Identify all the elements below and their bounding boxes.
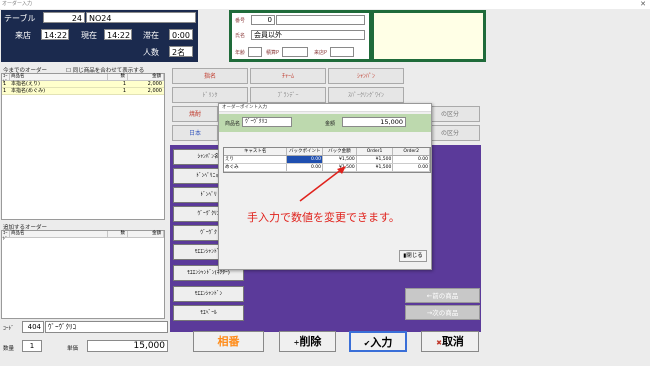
col-amount: 金額 xyxy=(128,74,164,80)
dialog-title: オーダーポイント入力 xyxy=(219,104,431,112)
dialog-item-label: 商品名 xyxy=(225,121,241,127)
row-no: 1 xyxy=(3,88,7,94)
row-qty: 1 xyxy=(122,81,126,87)
member-panel: 番号 0 氏名 会員以外 年齢 積算P 来店P xyxy=(229,10,372,62)
product-button[interactable]: ﾓｴﾍﾞｰﾙ xyxy=(173,305,244,321)
price-field[interactable]: 15,000 xyxy=(87,340,168,352)
col-order2: Order2 xyxy=(393,148,430,155)
qty-label: 数量 xyxy=(3,346,15,352)
col-qty: 数 xyxy=(108,74,128,80)
people-count-field[interactable]: 2名 xyxy=(169,46,193,57)
category-shochu[interactable]: 焼酎 xyxy=(172,106,218,122)
now-time-field[interactable]: 14:22 xyxy=(104,29,132,40)
table-label: テーブル xyxy=(4,14,36,23)
order1: ¥1,500 xyxy=(357,156,394,163)
category-shimei[interactable]: 指名 xyxy=(172,68,248,84)
visit-points-field[interactable] xyxy=(330,47,354,57)
app-body: テーブル 24 NO24 来店 14:22 現在 14:22 滞在 0:00 人… xyxy=(0,9,650,366)
cast-grid-header: キャスト名 バックポイント バック金額 Order1 Order2 xyxy=(224,148,430,156)
price-label: 単価 xyxy=(67,346,79,352)
enter-label: 入力 xyxy=(370,336,393,349)
points-field[interactable] xyxy=(282,47,308,57)
points-label: 積算P xyxy=(266,50,280,56)
add-orders-list[interactable]: ｺｰﾄﾞ 商品名 数 金額 xyxy=(1,230,165,319)
table-name-field[interactable]: NO24 xyxy=(86,12,196,23)
item-name-field[interactable]: ｳﾞｰｳﾞｸﾘｺ xyxy=(45,321,168,333)
row-no: 1 xyxy=(3,81,7,87)
category-sparkling[interactable]: ｽﾊﾟｰｸﾘﾝｸﾞﾜｲﾝ xyxy=(328,87,404,103)
age-label: 年齢 xyxy=(235,50,246,56)
dialog-close-label: 閉じる xyxy=(406,253,423,259)
code-label: ｺｰﾄﾞ xyxy=(3,326,15,332)
col-qty: 数 xyxy=(108,231,128,237)
memo-panel[interactable] xyxy=(371,10,486,62)
close-icon[interactable]: ✕ xyxy=(640,0,646,9)
category-charm[interactable]: ﾁｬｰﾑ xyxy=(250,68,326,84)
col-name: 商品名 xyxy=(10,74,108,80)
qty-field[interactable]: 1 xyxy=(22,340,42,352)
row-qty: 1 xyxy=(122,88,126,94)
table-row[interactable]: 1 本指名(えり) 1 2,000 xyxy=(2,81,164,88)
col-cast: キャスト名 xyxy=(224,148,288,155)
next-product-button[interactable]: →次の商品 xyxy=(405,305,480,320)
member-name-label: 氏名 xyxy=(235,33,246,39)
row-name: 本指名(めぐみ) xyxy=(11,88,46,94)
category-nihonshu[interactable]: 日本 xyxy=(172,125,218,141)
age-field[interactable] xyxy=(248,47,262,57)
col-name: 商品名 xyxy=(10,231,108,237)
annotation-arrow xyxy=(299,166,346,202)
table-info-panel: テーブル 24 NO24 来店 14:22 現在 14:22 滞在 0:00 人… xyxy=(1,10,198,62)
category-brandy[interactable]: ﾌﾞﾗﾝﾃﾞｰ xyxy=(250,87,326,103)
cancel-button[interactable]: ✖取消 xyxy=(421,331,479,352)
table-number-field[interactable]: 24 xyxy=(43,12,85,23)
stay-label: 滞在 xyxy=(143,31,159,40)
cast-name: めぐみ xyxy=(224,164,288,171)
add-orders-header: ｺｰﾄﾞ 商品名 数 金額 xyxy=(2,231,164,242)
dialog-amount-label: 金額 xyxy=(325,121,336,127)
order1: ¥1,500 xyxy=(357,164,394,171)
prev-product-button[interactable]: ←前の商品 xyxy=(405,288,480,303)
member-number-field[interactable]: 0 xyxy=(251,15,275,25)
enter-button[interactable]: ✔入力 xyxy=(349,331,407,352)
col-code: ｺｰﾄﾞ xyxy=(2,74,10,85)
row-amount: 2,000 xyxy=(147,81,162,87)
now-label: 現在 xyxy=(81,31,97,40)
cancel-label: 取消 xyxy=(441,335,464,348)
dialog-close-button[interactable]: ▮閉じる xyxy=(399,250,427,262)
orders-header: ｺｰﾄﾞ 商品名 数 金額 xyxy=(2,74,164,85)
col-order1: Order1 xyxy=(357,148,394,155)
category-champagne[interactable]: ｼｬﾝﾊﾟﾝ xyxy=(328,68,404,84)
col-point: バックポイント xyxy=(287,148,324,155)
people-label: 人数 xyxy=(143,48,159,57)
category-drink[interactable]: ﾄﾞﾘﾝｸ xyxy=(172,87,248,103)
delete-label: 削除 xyxy=(299,335,322,348)
product-button[interactable]: ﾓｴｴﾝｼｬﾝﾄﾞﾝ xyxy=(173,286,244,302)
dialog-item-field[interactable]: ｳﾞｰｳﾞｸﾘｺ xyxy=(242,117,292,127)
col-amount: 金額 xyxy=(128,231,164,237)
row-amount: 2,000 xyxy=(147,88,162,94)
dialog-amount-field[interactable]: 15,000 xyxy=(342,117,406,127)
arrival-label: 来店 xyxy=(15,31,31,40)
orders-list[interactable]: ｺｰﾄﾞ 商品名 数 金額 1 本指名(えり) 1 2,000 1 本指名(めぐ… xyxy=(1,73,165,220)
member-name-field[interactable]: 会員以外 xyxy=(251,30,365,40)
arrival-time-field[interactable]: 14:22 xyxy=(41,29,69,40)
order2: 0.00 xyxy=(393,164,430,171)
row-name: 本指名(えり) xyxy=(11,81,40,87)
delete-button[interactable]: ÷削除 xyxy=(279,331,336,352)
member-extra-field[interactable] xyxy=(276,15,365,25)
table-row[interactable]: 1 本指名(めぐみ) 1 2,000 xyxy=(2,88,164,95)
col-back: バック金額 xyxy=(323,148,357,155)
aiban-button[interactable]: 相番 xyxy=(193,331,264,352)
member-number-label: 番号 xyxy=(235,18,246,24)
cast-name: えり xyxy=(224,156,288,163)
stay-time-field[interactable]: 0:00 xyxy=(169,29,193,40)
code-field[interactable]: 404 xyxy=(22,321,44,333)
order2: 0.00 xyxy=(393,156,430,163)
col-code: ｺｰﾄﾞ xyxy=(2,231,10,242)
visit-points-label: 来店P xyxy=(314,50,328,56)
window-title: オーダー入力 xyxy=(2,1,33,7)
annotation-text: 手入力で数値を変更できます。 xyxy=(247,211,400,224)
